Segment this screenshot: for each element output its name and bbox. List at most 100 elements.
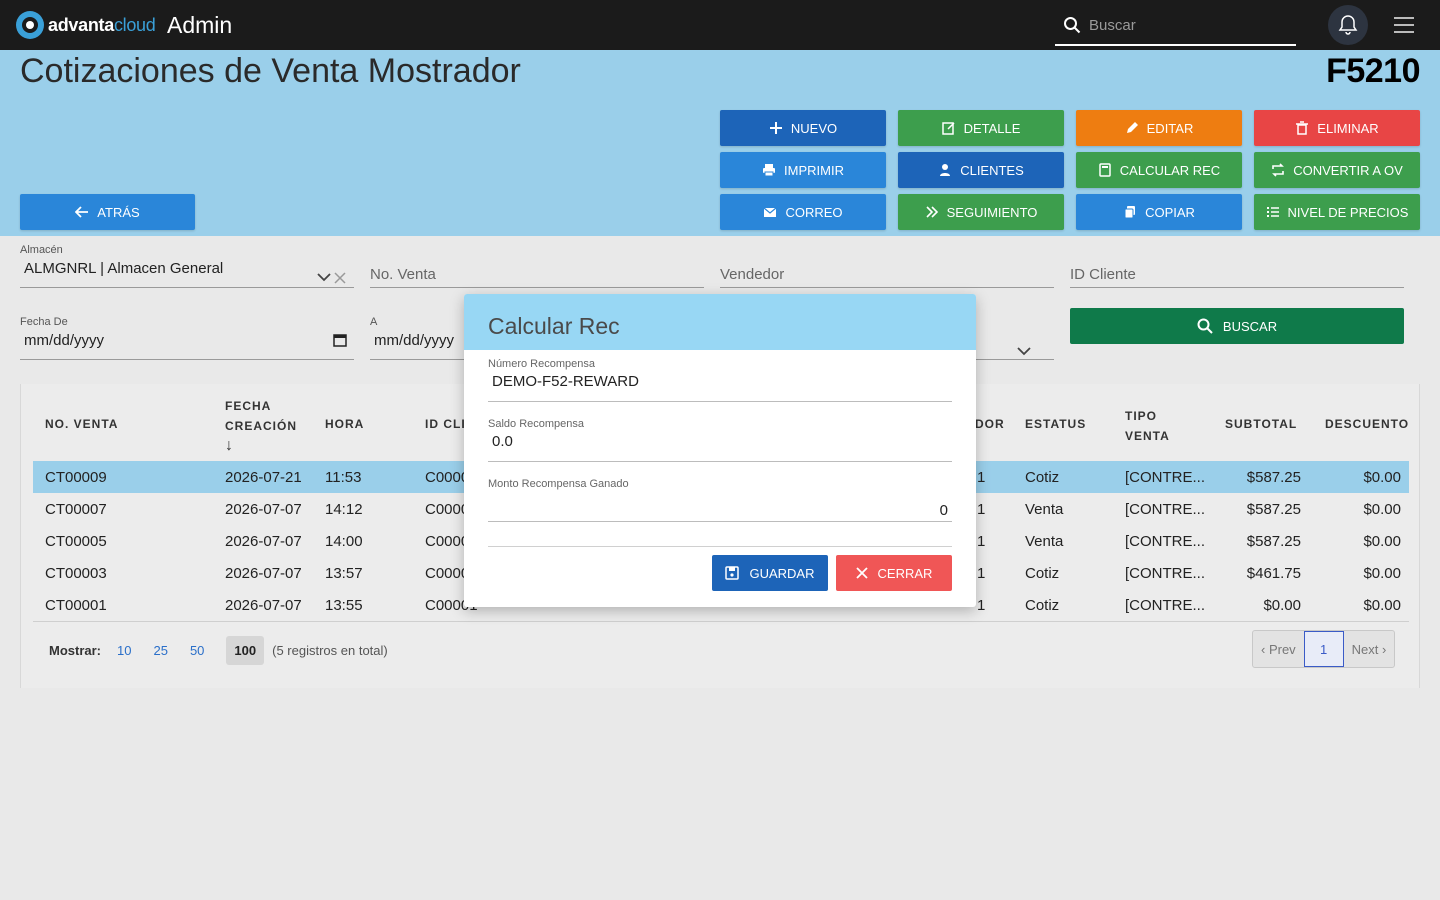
- col-id-cliente[interactable]: ID CLI: [425, 414, 466, 434]
- cell-fecha: 2026-07-07: [225, 597, 302, 614]
- seguimiento-label: SEGUIMIENTO: [946, 204, 1038, 220]
- trash-icon: [1296, 121, 1309, 135]
- cell-tipo: [CONTRE...: [1125, 501, 1206, 518]
- dialog-header: Calcular Rec: [464, 294, 976, 350]
- cell-descuento: $0.00: [1363, 533, 1401, 550]
- nivel-precios-button[interactable]: NIVEL DE PRECIOS: [1254, 194, 1420, 230]
- top-bar: advantacloud Admin: [0, 0, 1440, 50]
- calcular-rec-dialog: Calcular Rec Número Recompensa DEMO-F52-…: [464, 294, 976, 607]
- envelope-icon: [764, 207, 777, 217]
- fecha-de-value: mm/dd/yyyy: [24, 332, 105, 349]
- fecha-de-field[interactable]: Fecha De mm/dd/yyyy: [20, 316, 354, 360]
- chevron-down-icon[interactable]: [1017, 346, 1031, 356]
- correo-button[interactable]: CORREO: [720, 194, 886, 230]
- col-subtotal[interactable]: SUBTOTAL: [1225, 414, 1297, 434]
- copiar-label: COPIAR: [1145, 204, 1195, 220]
- cell-fecha: 2026-07-07: [225, 565, 302, 582]
- cell-cliente: C0000: [425, 565, 470, 582]
- fecha-a-value: mm/dd/yyyy: [374, 332, 455, 349]
- vendedor-field[interactable]: Vendedor: [720, 244, 1054, 288]
- fecha-a-label: A: [370, 316, 378, 328]
- buscar-label: BUSCAR: [1222, 318, 1278, 334]
- prev-page-button[interactable]: ‹ Prev: [1253, 631, 1304, 667]
- cell-estatus: Venta: [1025, 533, 1064, 550]
- page-title: Cotizaciones de Venta Mostrador: [20, 52, 521, 90]
- numero-recompensa-label: Número Recompensa: [488, 358, 595, 370]
- editar-label: EDITAR: [1146, 120, 1194, 136]
- eliminar-label: ELIMINAR: [1317, 120, 1379, 136]
- cell-cliente: C0000: [425, 501, 470, 518]
- edit-square-icon: [941, 122, 955, 135]
- cell-subtotal: $587.25: [1246, 469, 1301, 486]
- page-size-25[interactable]: 25: [153, 643, 167, 658]
- dialog-divider: [488, 546, 952, 547]
- guardar-button[interactable]: GUARDAR: [712, 555, 828, 591]
- calendar-icon[interactable]: [333, 333, 347, 347]
- col-tipo-line1: TIPO: [1125, 409, 1158, 423]
- col-fecha-line1: FECHA: [225, 399, 272, 413]
- notifications-button[interactable]: [1328, 5, 1368, 45]
- vendedor-placeholder: Vendedor: [720, 266, 785, 283]
- cell-cliente: C0000: [425, 533, 470, 550]
- next-page-button[interactable]: Next ›: [1344, 631, 1395, 667]
- cell-estatus: Cotiz: [1025, 597, 1060, 614]
- close-icon: [855, 567, 868, 579]
- page-size-100[interactable]: 100: [226, 635, 265, 665]
- search-icon: [1064, 17, 1081, 34]
- app-title: Admin: [167, 12, 233, 38]
- clear-icon[interactable]: [334, 272, 346, 284]
- almacen-label: Almacén: [20, 244, 63, 256]
- eliminar-button[interactable]: ELIMINAR: [1254, 110, 1420, 146]
- logo[interactable]: advantacloud: [16, 11, 156, 39]
- copiar-button[interactable]: COPIAR: [1076, 194, 1242, 230]
- cell-no: CT00005: [45, 533, 107, 550]
- col-estatus[interactable]: ESTATUS: [1025, 414, 1086, 434]
- cell-vend: 1: [977, 565, 986, 582]
- col-vendedor[interactable]: DOR: [975, 414, 1005, 434]
- col-descuento[interactable]: DESCUENTO: [1325, 414, 1409, 434]
- atras-button[interactable]: ATRÁS: [20, 194, 195, 230]
- seguimiento-button[interactable]: SEGUIMIENTO: [898, 194, 1064, 230]
- saldo-recompensa-field[interactable]: Saldo Recompensa 0.0: [488, 410, 952, 462]
- nuevo-label: NUEVO: [790, 120, 838, 136]
- page-1-button[interactable]: 1: [1303, 631, 1344, 667]
- page-size-50[interactable]: 50: [190, 643, 204, 658]
- monto-recompensa-value: 0: [939, 502, 948, 519]
- menu-button[interactable]: [1394, 17, 1414, 33]
- atras-label: ATRÁS: [97, 204, 140, 220]
- monto-recompensa-field[interactable]: Monto Recompensa Ganado 0: [488, 470, 952, 522]
- col-no-venta[interactable]: NO. VENTA: [45, 414, 118, 434]
- id-cliente-placeholder: ID Cliente: [1070, 266, 1136, 283]
- cell-fecha: 2026-07-07: [225, 533, 302, 550]
- logo-text: advantacloud: [48, 14, 156, 36]
- saldo-recompensa-value: 0.0: [492, 433, 513, 450]
- clientes-button[interactable]: CLIENTES: [898, 152, 1064, 188]
- detalle-button[interactable]: DETALLE: [898, 110, 1064, 146]
- chevron-down-icon[interactable]: [317, 272, 331, 282]
- logo-text-a: advanta: [48, 14, 114, 35]
- id-cliente-field[interactable]: ID Cliente: [1070, 244, 1404, 288]
- page-size-10[interactable]: 10: [117, 643, 131, 658]
- convertir-button[interactable]: CONVERTIR A OV: [1254, 152, 1420, 188]
- col-fecha-creacion[interactable]: FECHA CREACIÓN ↓: [225, 396, 297, 456]
- nuevo-button[interactable]: NUEVO: [720, 110, 886, 146]
- almacen-select[interactable]: Almacén ALMGNRL | Almacen General: [20, 244, 354, 288]
- numero-recompensa-value: DEMO-F52-REWARD: [492, 373, 639, 390]
- cell-estatus: Venta: [1025, 501, 1064, 518]
- cerrar-button[interactable]: CERRAR: [836, 555, 952, 591]
- search-input[interactable]: [1089, 12, 1289, 38]
- almacen-underline: [20, 287, 354, 288]
- col-hora[interactable]: HORA: [325, 414, 364, 434]
- col-tipo-venta[interactable]: TIPO VENTA: [1125, 406, 1170, 446]
- numero-recompensa-field[interactable]: Número Recompensa DEMO-F52-REWARD: [488, 350, 952, 402]
- cell-tipo: [CONTRE...: [1125, 469, 1206, 486]
- buscar-button[interactable]: BUSCAR: [1070, 308, 1404, 344]
- editar-button[interactable]: EDITAR: [1076, 110, 1242, 146]
- sort-arrow-down-icon: ↓: [225, 437, 234, 454]
- calcular-rec-button[interactable]: CALCULAR REC: [1076, 152, 1242, 188]
- user-icon: [940, 164, 951, 176]
- dialog-title: Calcular Rec: [488, 313, 620, 339]
- cell-descuento: $0.00: [1363, 501, 1401, 518]
- imprimir-button[interactable]: IMPRIMIR: [720, 152, 886, 188]
- no-venta-field[interactable]: No. Venta: [370, 244, 704, 288]
